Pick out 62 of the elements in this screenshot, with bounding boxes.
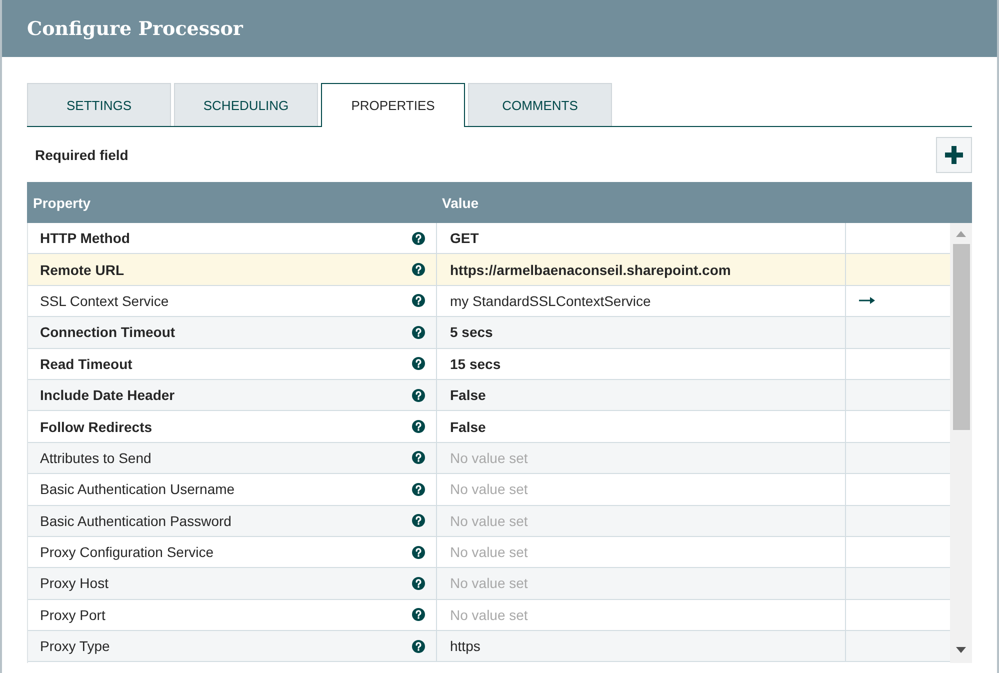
table-row[interactable]: Follow Redirects False	[28, 411, 950, 443]
table-row[interactable]: HTTP Method GET	[28, 223, 950, 254]
property-name: Read Timeout	[40, 356, 132, 372]
help-icon[interactable]	[412, 420, 425, 434]
property-name: Proxy Type	[40, 638, 110, 654]
table-row[interactable]: Read Timeout 15 secs	[28, 348, 950, 380]
table-row[interactable]: Proxy Host No value set	[28, 568, 950, 600]
help-icon[interactable]	[412, 546, 425, 559]
property-name: HTTP Method	[40, 230, 130, 246]
tab[interactable]: SCHEDULING	[174, 83, 318, 126]
arrow-right-icon[interactable]	[859, 297, 875, 304]
help-icon[interactable]	[412, 576, 425, 590]
table-row[interactable]: Proxy Port No value set	[28, 600, 950, 632]
table-row[interactable]: Basic Authentication Password No value set	[28, 506, 950, 537]
help-icon[interactable]	[412, 263, 425, 276]
table-row[interactable]: Remote URL https://armelbaenaconseil.sharepoint.com	[28, 254, 950, 286]
scroll-down-button[interactable]	[956, 647, 966, 653]
dialog-title: Configure Processor	[27, 18, 243, 40]
property-name: Proxy Port	[40, 606, 106, 623]
tab[interactable]: SETTINGS	[27, 83, 171, 126]
property-name: Connection Timeout	[40, 324, 176, 340]
property-value[interactable]: my StandardSSLContextService	[450, 292, 651, 309]
property-name: Attributes to Send	[40, 450, 152, 466]
help-icon[interactable]	[412, 640, 425, 653]
help-icon[interactable]	[412, 326, 425, 339]
table-row[interactable]: Connection Timeout 5 secs	[28, 317, 950, 349]
property-value[interactable]: GET	[450, 230, 479, 246]
property-name: Proxy Host	[40, 575, 108, 592]
add-property-button[interactable]	[936, 136, 972, 172]
table-row[interactable]: SSL Context Service my StandardSSLContextService	[28, 286, 950, 318]
table-row[interactable]: Proxy Configuration Service No value set	[28, 536, 950, 568]
property-name: Proxy Configuration Service	[40, 544, 214, 560]
table-row[interactable]: Proxy Type https	[28, 631, 950, 662]
property-name: Basic Authentication Password	[40, 512, 232, 529]
plus-icon	[945, 146, 963, 164]
property-name: Remote URL	[40, 262, 124, 278]
property-name: SSL Context Service	[40, 292, 169, 309]
property-name: Follow Redirects	[40, 418, 152, 435]
required-field-label: Required field	[35, 146, 128, 162]
tab[interactable]: COMMENTS	[468, 83, 612, 126]
property-value[interactable]: 15 secs	[450, 356, 501, 372]
table-row[interactable]: Attributes to Send No value set	[28, 442, 950, 474]
property-value[interactable]: False	[450, 387, 486, 404]
scrollbar-thumb[interactable]	[952, 244, 970, 430]
scrollbar-track[interactable]	[950, 223, 972, 663]
help-icon[interactable]	[412, 294, 425, 308]
help-icon[interactable]	[412, 357, 425, 370]
table-row[interactable]: Include Date Header False	[28, 380, 950, 412]
property-value[interactable]: 5 secs	[450, 324, 493, 340]
help-icon[interactable]	[412, 608, 425, 622]
help-icon[interactable]	[412, 451, 425, 464]
help-icon[interactable]	[412, 232, 425, 245]
tab[interactable]: PROPERTIES	[321, 83, 465, 127]
property-name: Include Date Header	[40, 387, 175, 404]
help-icon[interactable]	[412, 388, 425, 402]
property-name: Basic Authentication Username	[40, 481, 235, 498]
table-row[interactable]: Basic Authentication Username No value set	[28, 474, 950, 506]
property-value[interactable]: https://armelbaenaconseil.sharepoint.com	[450, 262, 731, 278]
help-icon[interactable]	[412, 514, 425, 528]
property-value[interactable]: False	[450, 418, 486, 435]
property-value[interactable]: https	[450, 638, 480, 654]
help-icon[interactable]	[412, 482, 425, 496]
